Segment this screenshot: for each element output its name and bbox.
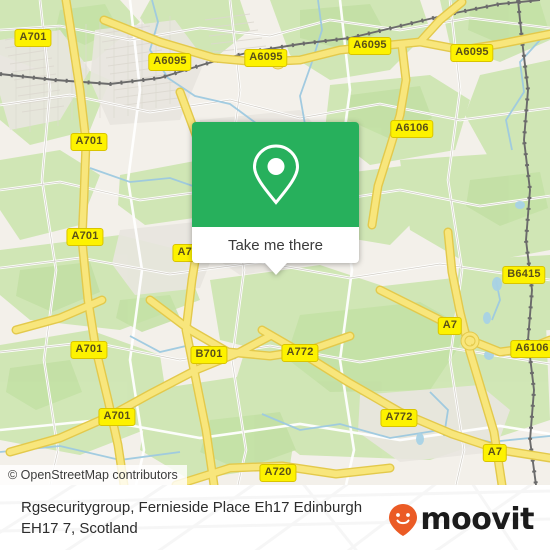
place-address: Rgsecuritygroup, Fernieside Place Eh17 E…: [21, 497, 401, 539]
road-shield: A701: [66, 228, 104, 246]
road-shield: A772: [281, 344, 319, 362]
popup-icon-panel: [192, 122, 359, 227]
footer-bar: Rgsecuritygroup, Fernieside Place Eh17 E…: [0, 485, 550, 550]
map-screenshot: A701 A6095 A6095 A6095 A6095 A701 A6106 A701 A70…: [0, 0, 550, 550]
map-attribution[interactable]: © OpenStreetMap contributors: [0, 465, 187, 485]
road-shield: A7: [437, 317, 463, 335]
road-shield: B6415: [502, 266, 546, 284]
road-shield: A6106: [510, 340, 550, 358]
moovit-logo[interactable]: moovit: [388, 503, 534, 537]
road-shield: A701: [70, 341, 108, 359]
road-shield: A7: [482, 444, 508, 462]
road-shield: A701: [70, 133, 108, 151]
road-shield: A772: [380, 409, 418, 427]
road-shield: B701: [190, 346, 228, 364]
take-me-there-button[interactable]: Take me there: [192, 227, 359, 263]
moovit-wordmark: moovit: [420, 502, 534, 537]
place-address-line2: EH17 7, Scotland: [21, 520, 138, 537]
road-shield: A6106: [390, 120, 434, 138]
road-shield: A6095: [244, 49, 288, 67]
moovit-pin-icon: [389, 504, 418, 536]
road-shield: A6095: [148, 53, 192, 71]
place-address-line1: Rgsecuritygroup, Fernieside Place Eh17 E…: [21, 499, 363, 516]
road-shield: A701: [98, 408, 136, 426]
popup-tail: [264, 263, 287, 275]
road-shield: A720: [259, 464, 297, 482]
location-popup[interactable]: Take me there: [192, 122, 359, 275]
road-shield: A701: [14, 29, 52, 47]
road-shield: A6095: [450, 44, 494, 62]
road-shield: A6095: [348, 37, 392, 55]
map-pin-icon: [252, 143, 299, 205]
take-me-there-label: Take me there: [227, 236, 324, 254]
map-canvas[interactable]: A701 A6095 A6095 A6095 A6095 A701 A6106 A701 A70…: [0, 0, 550, 485]
